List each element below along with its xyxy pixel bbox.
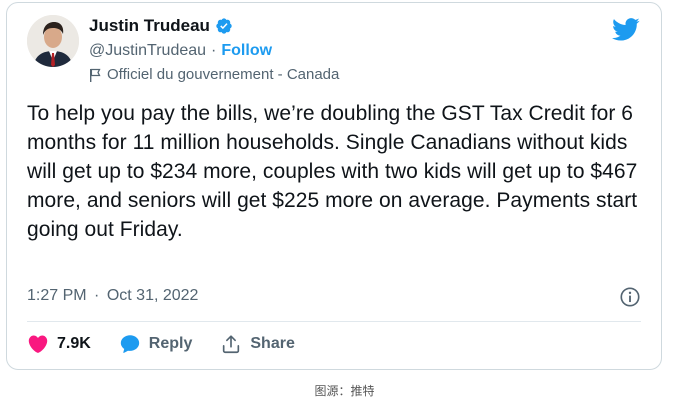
info-icon[interactable] (619, 286, 641, 308)
follow-button[interactable]: Follow (221, 42, 272, 60)
twitter-logo-icon[interactable] (611, 15, 641, 43)
timestamp-separator: · (94, 287, 100, 304)
account-label: Officiel du gouvernement - Canada (107, 66, 340, 83)
author-handle[interactable]: @JustinTrudeau (89, 42, 206, 60)
heart-icon (28, 335, 48, 353)
image-source-caption: 图源：推特 (314, 384, 375, 398)
divider (27, 321, 641, 322)
government-flag-icon (90, 68, 101, 82)
handle-separator: · (211, 42, 217, 59)
like-button[interactable]: 7.9K (27, 333, 91, 355)
tweet-timestamp[interactable]: 1:27 PM · Oct 31, 2022 (27, 287, 198, 305)
author-name[interactable]: Justin Trudeau (89, 16, 210, 36)
verified-badge-icon (216, 18, 232, 34)
share-button[interactable]: Share (220, 333, 295, 355)
tweet-date: Oct 31, 2022 (106, 287, 199, 304)
action-bar: 7.9K Reply Share (27, 333, 323, 355)
author-block: Justin Trudeau @JustinTrudeau · Follow O… (89, 16, 339, 83)
avatar[interactable] (27, 15, 79, 67)
likes-count: 7.9K (57, 335, 91, 352)
share-icon (223, 335, 240, 354)
reply-label: Reply (148, 335, 193, 352)
tweet-card: Justin Trudeau @JustinTrudeau · Follow O… (6, 2, 662, 370)
share-label: Share (250, 335, 295, 352)
reply-button[interactable]: Reply (119, 333, 193, 355)
tweet-time: 1:27 PM (27, 287, 87, 304)
reply-bubble-icon (120, 335, 139, 353)
tweet-text: To help you pay the bills, we’re doublin… (27, 102, 638, 241)
